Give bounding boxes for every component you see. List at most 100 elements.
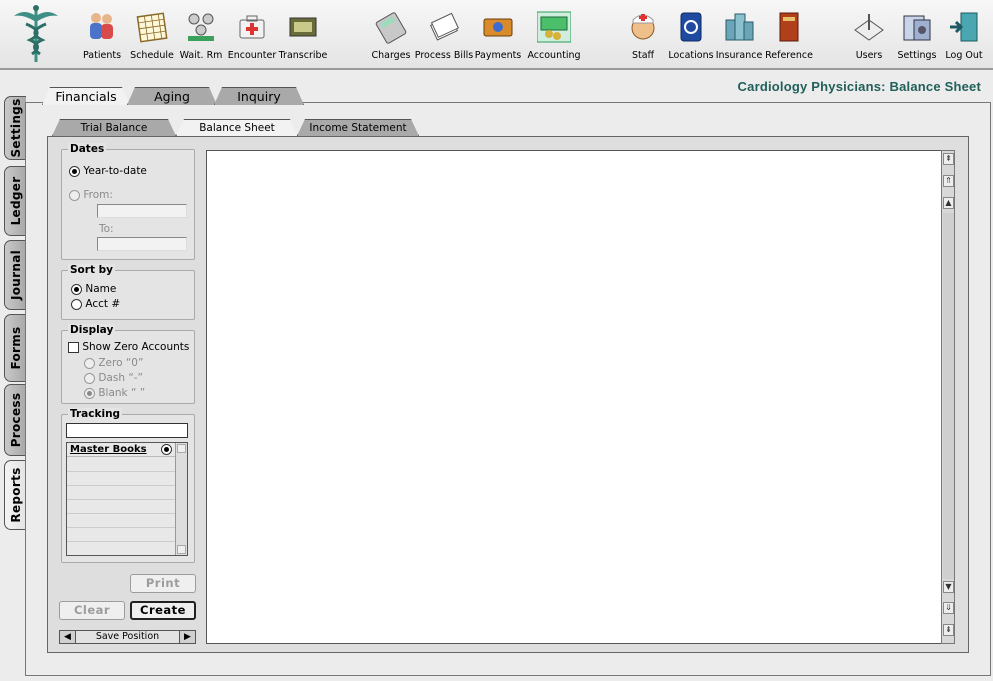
toolbar-label: Reference (765, 50, 813, 61)
toolbar-label: Accounting (527, 50, 581, 61)
log-out-icon (950, 12, 978, 42)
transcribe-icon (289, 17, 317, 37)
sort-name-label: Name (85, 283, 117, 295)
report-output-area[interactable] (206, 150, 942, 644)
from-option[interactable]: From: (69, 189, 113, 201)
toolbar-transcribe[interactable]: Transcribe (279, 6, 327, 66)
sort-name-radio[interactable] (71, 283, 82, 295)
encounter-icon (239, 15, 265, 39)
year-to-date-label: Year-to-date (83, 165, 147, 177)
show-zero-accounts-checkbox[interactable] (68, 341, 79, 353)
print-button[interactable]: Print (130, 574, 196, 593)
charges-icon (375, 12, 407, 44)
tab-label: Inquiry (237, 89, 281, 104)
sort-group: Sort by (61, 264, 195, 320)
users-icon (854, 14, 884, 41)
payments-icon (483, 18, 513, 37)
sub-tab-label: Trial Balance (80, 122, 148, 134)
tab-balance-sheet[interactable]: Balance Sheet (176, 119, 298, 136)
zero-radio[interactable] (84, 357, 95, 369)
tab-financials[interactable]: Financials (42, 87, 130, 105)
create-button[interactable]: Create (130, 601, 196, 620)
patients-icon (90, 13, 113, 39)
toolbar-label: Transcribe (278, 50, 328, 61)
blank-radio[interactable] (84, 387, 95, 399)
scroll-top-icon[interactable]: ⇞ (943, 153, 954, 165)
previous-position-icon[interactable]: ◀ (60, 631, 76, 643)
dash-radio[interactable] (84, 372, 95, 384)
toolbar-log-out[interactable]: Log Out (945, 6, 983, 66)
sort-group-title: Sort by (68, 264, 115, 276)
scroll-page-down-icon[interactable]: ⇓ (943, 602, 954, 614)
toolbar-payments[interactable]: Payments (475, 6, 521, 66)
side-tab-label: Journal (8, 249, 23, 301)
tab-inquiry[interactable]: Inquiry (214, 87, 304, 105)
side-tab-ledger[interactable]: Ledger (4, 166, 26, 236)
tab-aging[interactable]: Aging (127, 87, 217, 105)
side-tab-forms[interactable]: Forms (4, 314, 26, 382)
from-label: From: (83, 189, 113, 201)
master-books-radio[interactable] (161, 444, 172, 455)
scroll-bottom-icon[interactable]: ⇟ (943, 624, 954, 636)
process-bills-icon (429, 12, 459, 41)
zero-label: Zero “0” (98, 357, 144, 369)
tracking-list-scrollbar[interactable] (175, 443, 187, 555)
toolbar-process-bills[interactable]: Process Bills (415, 6, 473, 66)
side-tab-label: Process (8, 392, 23, 448)
toolbar-encounter[interactable]: Encounter (228, 6, 276, 66)
year-to-date-radio[interactable] (69, 165, 80, 177)
resize-grip-icon[interactable] (177, 545, 186, 554)
list-divider (67, 471, 175, 472)
tab-trial-balance[interactable]: Trial Balance (52, 119, 176, 136)
locations-icon (680, 12, 702, 42)
side-tab-journal[interactable]: Journal (4, 240, 26, 310)
scroll-page-up-icon[interactable]: ⇑ (943, 175, 954, 187)
sort-name-option[interactable]: Name (71, 283, 116, 295)
to-label: To: (99, 223, 114, 235)
tab-income-statement[interactable]: Income Statement (297, 119, 419, 136)
to-date-field[interactable] (97, 237, 187, 251)
scroll-up-icon[interactable] (177, 444, 186, 453)
toolbar-patients[interactable]: Patients (83, 6, 121, 66)
side-tab-settings[interactable]: Settings (4, 96, 26, 160)
scroll-down-icon[interactable]: ▼ (943, 581, 954, 593)
next-position-icon[interactable]: ▶ (179, 631, 195, 643)
sort-acct-option[interactable]: Acct # (71, 298, 120, 310)
tracking-search-field[interactable] (66, 423, 188, 438)
zero-option[interactable]: Zero “0” (84, 357, 143, 369)
side-tab-label: Ledger (8, 176, 23, 226)
clear-button[interactable]: Clear (59, 601, 125, 620)
from-date-field[interactable] (97, 204, 187, 218)
from-radio[interactable] (69, 189, 80, 201)
save-position-button[interactable]: Save Position (76, 631, 179, 643)
toolbar-charges[interactable]: Charges (371, 6, 411, 66)
reference-icon (779, 12, 799, 42)
year-to-date-option[interactable]: Year-to-date (69, 165, 147, 177)
side-tab-reports[interactable]: Reports (4, 460, 26, 530)
show-zero-accounts-label: Show Zero Accounts (82, 341, 190, 353)
toolbar-reference[interactable]: Reference (765, 6, 813, 66)
report-scrollbar[interactable]: ⇞ ⇑ ▲ ▼ ⇓ ⇟ (941, 150, 955, 644)
dash-option[interactable]: Dash “-” (84, 372, 143, 384)
save-position-control: ◀ Save Position ▶ (59, 630, 196, 644)
list-divider (67, 499, 175, 500)
dash-label: Dash “-” (98, 372, 143, 384)
toolbar-waiting-room[interactable]: Wait. Rm (180, 6, 222, 66)
sort-acct-radio[interactable] (71, 298, 82, 310)
list-item[interactable]: Master Books (67, 443, 175, 457)
schedule-icon (136, 12, 168, 43)
scroll-up-icon[interactable]: ▲ (943, 197, 954, 209)
show-zero-accounts-option[interactable]: Show Zero Accounts (68, 341, 189, 353)
side-tab-process[interactable]: Process (4, 384, 26, 456)
dates-group-title: Dates (68, 143, 107, 155)
scroll-track[interactable] (943, 213, 954, 579)
main-toolbar: Patients Schedule Wait. Rm Encounter Tra… (0, 0, 993, 70)
toolbar-insurance[interactable]: Insurance (716, 6, 762, 66)
toolbar-accounting[interactable]: Accounting (527, 6, 581, 66)
tracking-group-title: Tracking (68, 408, 123, 420)
sort-acct-label: Acct # (85, 298, 121, 310)
tracking-list: Master Books (66, 442, 188, 556)
sub-tab-label: Income Statement (309, 122, 407, 134)
blank-option[interactable]: Blank “ ” (84, 387, 145, 399)
tab-label: Aging (154, 89, 190, 104)
